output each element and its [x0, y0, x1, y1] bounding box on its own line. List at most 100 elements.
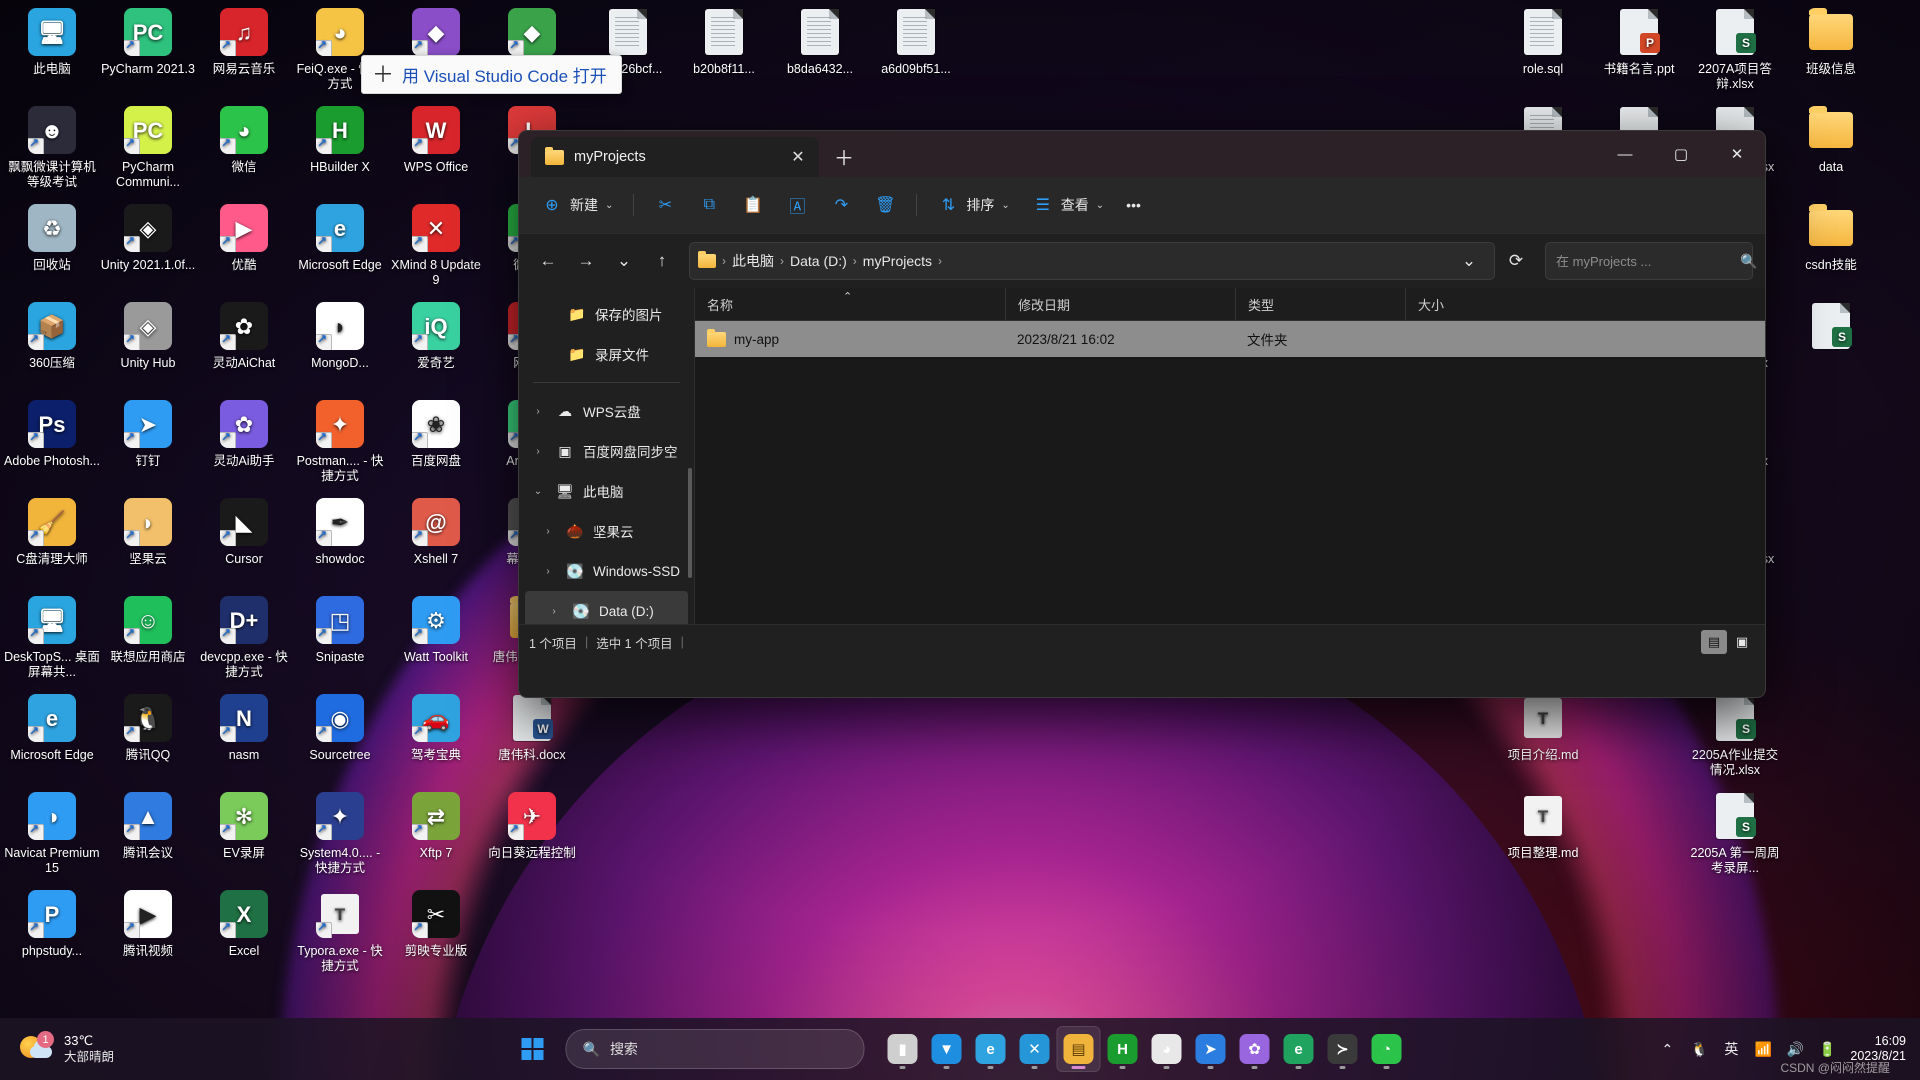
delete-button[interactable]: 🗑: [864, 187, 906, 223]
address-row[interactable]: ← → ⌄ ↑ › 此电脑 › Data (D:) › myProjects ›…: [519, 234, 1765, 288]
taskbar-app-edge-2[interactable]: e: [1277, 1026, 1321, 1072]
desktop-icon[interactable]: 班级信息: [1783, 8, 1879, 77]
explorer-toolbar[interactable]: ⊕ 新建 ⌄ ✂ ⧉ 📋 🄰 ↷ 🗑 ⇅ 排序 ⌄ ☰ 查看 ⌄ •••: [519, 177, 1765, 234]
desktop-icon[interactable]: W 唐伟科.docx: [484, 694, 580, 763]
desktop-icon[interactable]: S 2205A 第一周周考录屏...: [1687, 792, 1783, 876]
desktop-icon[interactable]: X Excel: [196, 890, 292, 959]
copy-button[interactable]: ⧉: [688, 187, 730, 223]
sort-button[interactable]: ⇅ 排序 ⌄: [927, 187, 1019, 223]
desktop-icon[interactable]: Ps Adobe Photosh...: [4, 400, 100, 469]
column-header-类型[interactable]: 类型: [1235, 288, 1405, 320]
nav-item-Windows-SSD[interactable]: › 💽 Windows-SSD: [519, 551, 694, 591]
desktop-icon[interactable]: ▶ 优酷: [196, 204, 292, 273]
desktop-icon[interactable]: a6d09bf51...: [868, 8, 964, 77]
desktop-icon[interactable]: e Microsoft Edge: [292, 204, 388, 273]
nav-item-保存的图片[interactable]: 📁 保存的图片: [519, 294, 694, 334]
desktop-icon[interactable]: @ Xshell 7: [388, 498, 484, 567]
rename-button[interactable]: 🄰: [776, 187, 818, 223]
desktop-icon[interactable]: csdn技能: [1783, 204, 1879, 273]
desktop-icon[interactable]: ✒ showdoc: [292, 498, 388, 567]
weather-widget[interactable]: 1 33℃ 大部晴朗: [0, 1031, 280, 1065]
expander-chevron-icon[interactable]: ›: [529, 406, 547, 417]
taskbar-app-hbuilder[interactable]: H: [1101, 1026, 1145, 1072]
breadcrumb-bar[interactable]: › 此电脑 › Data (D:) › myProjects › ⌄: [689, 242, 1495, 280]
new-tab-button[interactable]: ＋: [829, 141, 859, 171]
back-button[interactable]: ←: [531, 244, 565, 278]
breadcrumb-1[interactable]: Data (D:): [790, 253, 847, 269]
taskbar-app-wechat[interactable]: ◔: [1365, 1026, 1409, 1072]
view-button[interactable]: ☰ 查看 ⌄: [1022, 187, 1114, 223]
share-button[interactable]: ↷: [820, 187, 862, 223]
desktop-icon[interactable]: ➤ 钉钉: [100, 400, 196, 469]
table-row[interactable]: my-app 2023/8/21 16:02 文件夹: [695, 321, 1765, 357]
desktop-icon[interactable]: ◗ 坚果云: [100, 498, 196, 567]
details-view-button[interactable]: ▤: [1701, 630, 1727, 654]
desktop-icon[interactable]: S: [1783, 302, 1879, 356]
desktop-icon[interactable]: 🐧 腾讯QQ: [100, 694, 196, 763]
column-header-大小[interactable]: 大小: [1405, 288, 1525, 320]
desktop-icon[interactable]: PC PyCharm Communi...: [100, 106, 196, 190]
start-button[interactable]: [512, 1028, 554, 1070]
desktop-icon[interactable]: PC PyCharm 2021.3: [100, 8, 196, 77]
desktop-icon[interactable]: S 2205A作业提交情况.xlsx: [1687, 694, 1783, 778]
up-button[interactable]: ↑: [645, 244, 679, 278]
search-box[interactable]: 🔍: [1545, 242, 1757, 280]
desktop-icon[interactable]: 🖥 此电脑: [4, 8, 100, 77]
desktop-icon[interactable]: 🚗 驾考宝典: [388, 694, 484, 763]
nav-item-录屏文件[interactable]: 📁 录屏文件: [519, 334, 694, 374]
qq-penguin-icon[interactable]: 🐧: [1690, 1037, 1708, 1061]
taskbar-app-cursor[interactable]: ➤: [1189, 1026, 1233, 1072]
desktop-icon[interactable]: ✕ XMind 8 Update 9: [388, 204, 484, 288]
desktop-icon[interactable]: iQ 爱奇艺: [388, 302, 484, 371]
desktop-icon[interactable]: D+ devcpp.exe - 快捷方式: [196, 596, 292, 680]
breadcrumb-0[interactable]: 此电脑: [732, 251, 774, 271]
vscode-context-tooltip[interactable]: ＋ 用 Visual Studio Code 打开: [361, 55, 622, 94]
desktop-icon[interactable]: ☻ 飘飘微课计算机等级考试: [4, 106, 100, 190]
desktop-icon[interactable]: ✈ 向日葵远程控制: [484, 792, 580, 861]
desktop-icon[interactable]: S 2207A项目答辩.xlsx: [1687, 8, 1783, 92]
file-explorer-window[interactable]: myProjects ✕ ＋ — ▢ ✕ ⊕ 新建 ⌄ ✂ ⧉ 📋 🄰 ↷ 🗑 …: [518, 130, 1766, 698]
nav-scrollbar[interactable]: [688, 468, 692, 578]
desktop-icon[interactable]: T 项目介绍.md: [1495, 694, 1591, 763]
expander-chevron-icon[interactable]: ›: [539, 526, 557, 537]
desktop-icon[interactable]: ▶ 腾讯视频: [100, 890, 196, 959]
forward-button[interactable]: →: [569, 244, 603, 278]
expander-chevron-icon[interactable]: ⌄: [529, 486, 547, 497]
desktop-icon[interactable]: Nnasm: [196, 694, 292, 763]
desktop-icon[interactable]: H HBuilder X: [292, 106, 388, 175]
desktop-icon[interactable]: W WPS Office: [388, 106, 484, 175]
desktop-icon[interactable]: ✿ 灵动Ai助手: [196, 400, 292, 469]
view-toggle-group[interactable]: ▤ ▣: [1701, 630, 1755, 654]
refresh-button[interactable]: ⟳: [1499, 244, 1533, 278]
desktop-icon[interactable]: ✿ 灵动AiChat: [196, 302, 292, 371]
desktop-icon[interactable]: ◗ MongoD...: [292, 302, 388, 371]
minimize-button[interactable]: —: [1597, 131, 1653, 177]
desktop-icon[interactable]: 🖥 DeskTopS... 桌面屏幕共...: [4, 596, 100, 680]
desktop-icon[interactable]: ◣ Cursor: [196, 498, 292, 567]
desktop-icon[interactable]: ◳ Snipaste: [292, 596, 388, 665]
taskbar-app-wechat-dev[interactable]: ◕: [1145, 1026, 1189, 1072]
nav-item-坚果云[interactable]: › 🌰 坚果云: [519, 511, 694, 551]
breadcrumb-2[interactable]: myProjects: [863, 253, 932, 269]
battery-icon[interactable]: 🔋: [1818, 1037, 1836, 1061]
desktop-icon[interactable]: b20b8f11...: [676, 8, 772, 77]
taskbar-app-edge[interactable]: e: [969, 1026, 1013, 1072]
desktop-icon[interactable]: ☺ 联想应用商店: [100, 596, 196, 665]
taskbar-search[interactable]: 🔍 搜索: [565, 1029, 865, 1069]
navigation-pane[interactable]: 📁 保存的图片 📁 录屏文件 › ☁ WPS云盘 › ▣ 百度网盘同步空 ⌄ 🖥 此电脑 › 🌰 坚果云 › 💽 W…: [519, 288, 694, 624]
nav-item-此电脑[interactable]: ⌄ 🖥 此电脑: [519, 471, 694, 511]
desktop-icon[interactable]: ⇄ Xftp 7: [388, 792, 484, 861]
taskbar-app-onedrive-or-cloud[interactable]: ▼: [925, 1026, 969, 1072]
explorer-titlebar[interactable]: myProjects ✕ ＋ — ▢ ✕: [519, 131, 1765, 177]
cut-button[interactable]: ✂: [644, 187, 686, 223]
taskbar-app-openai[interactable]: ✿: [1233, 1026, 1277, 1072]
desktop-icon[interactable]: ♻ 回收站: [4, 204, 100, 273]
recent-locations-button[interactable]: ⌄: [607, 244, 641, 278]
more-options-button[interactable]: •••: [1116, 187, 1151, 223]
tray-overflow-icon[interactable]: ⌃: [1658, 1037, 1676, 1061]
window-controls[interactable]: — ▢ ✕: [1597, 131, 1765, 177]
close-button[interactable]: ✕: [1709, 131, 1765, 177]
large-icons-view-button[interactable]: ▣: [1729, 630, 1755, 654]
maximize-button[interactable]: ▢: [1653, 131, 1709, 177]
desktop-icon[interactable]: ✂ 剪映专业版: [388, 890, 484, 959]
